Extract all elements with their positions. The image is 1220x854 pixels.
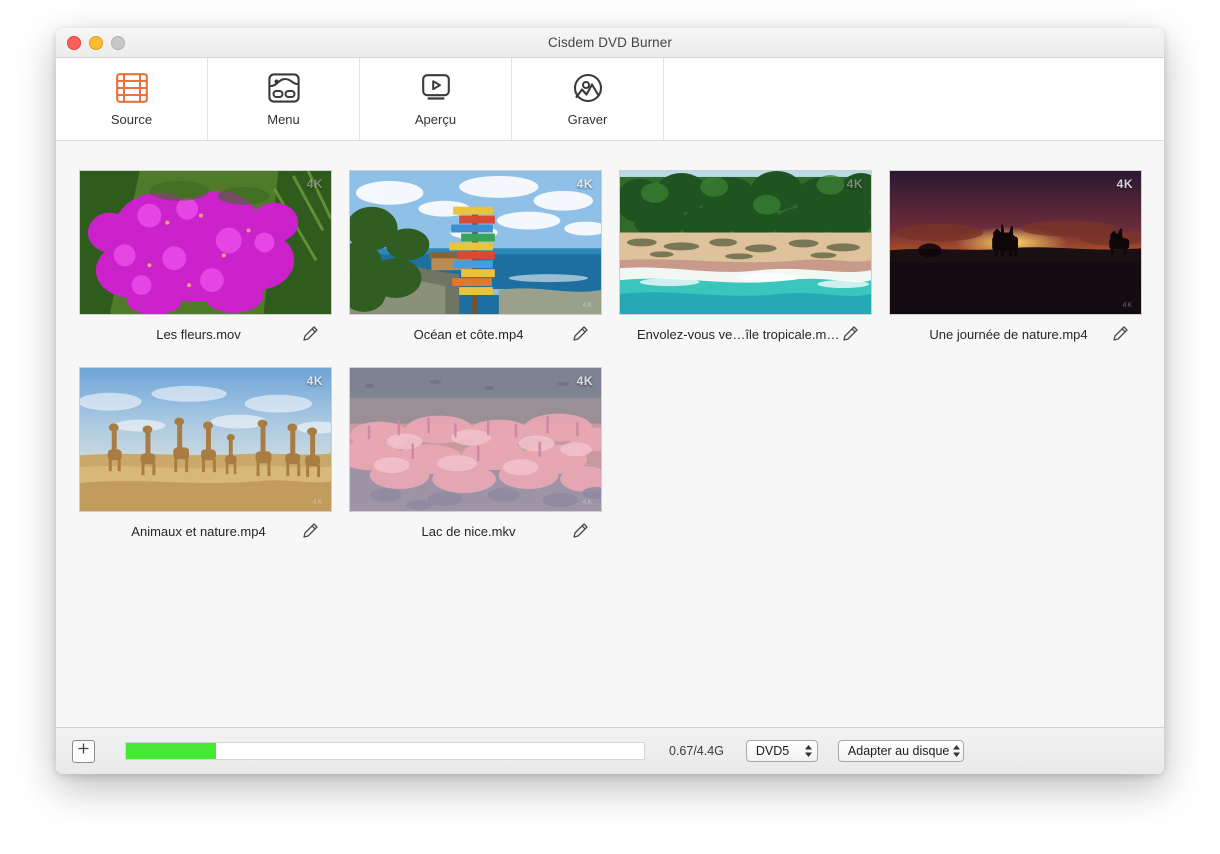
video-card[interactable]: 4K 4K Animaux et nature.mp4 <box>79 367 349 550</box>
add-file-button[interactable] <box>72 740 95 763</box>
badge-4k: 4K <box>577 177 593 191</box>
badge-4k: 4K <box>1117 177 1133 191</box>
window-title: Cisdem DVD Burner <box>56 35 1164 50</box>
badge-4k: 4K <box>847 177 863 191</box>
toolbar-item-source[interactable]: Source <box>56 58 208 140</box>
video-caption: Les fleurs.mov <box>79 315 332 353</box>
video-thumbnail[interactable]: 4K 4K <box>79 367 332 512</box>
pencil-icon[interactable] <box>570 521 590 541</box>
maximize-window-button[interactable] <box>111 36 125 50</box>
chevron-updown-icon <box>952 743 961 759</box>
pencil-icon[interactable] <box>1110 324 1130 344</box>
toolbar-item-source-label: Source <box>111 112 152 127</box>
toolbar-item-preview-label: Aperçu <box>415 112 456 127</box>
disc-type-select[interactable]: DVD5 <box>746 740 818 762</box>
video-thumbnail[interactable]: 4K 4K <box>349 367 602 512</box>
fit-mode-value: Adapter au disque <box>848 744 949 758</box>
toolbar-item-preview[interactable]: Aperçu <box>360 58 512 140</box>
desktop-background: Cisdem DVD Burner Source <box>0 0 1220 854</box>
burn-disc-icon <box>572 71 604 105</box>
status-bar: 0.67/4.4G DVD5 Adapter au disque <box>56 727 1164 774</box>
video-thumbnail[interactable]: 4K 4K <box>889 170 1142 315</box>
video-caption: Envolez-vous ve…île tropicale.mp4 <box>619 315 872 353</box>
traffic-light-group <box>67 28 125 57</box>
toolbar-empty-space <box>664 58 1164 140</box>
video-card[interactable]: 4K 4K Océan et côte.mp4 <box>349 170 619 353</box>
disc-usage-progress <box>125 742 645 760</box>
video-card[interactable]: 4K Envolez-vous ve…île tropicale.mp4 <box>619 170 889 353</box>
plus-icon <box>77 742 90 760</box>
menu-template-icon <box>268 71 300 105</box>
video-caption: Lac de nice.mkv <box>349 512 602 550</box>
app-window: Cisdem DVD Burner Source <box>56 28 1164 774</box>
video-card[interactable]: 4K 4K Lac de nice.mkv <box>349 367 619 550</box>
pencil-icon[interactable] <box>570 324 590 344</box>
watermark-label: 4K <box>582 302 593 309</box>
video-caption: Animaux et nature.mp4 <box>79 512 332 550</box>
video-thumbnail[interactable]: 4K <box>79 170 332 315</box>
video-title: Lac de nice.mkv <box>349 524 570 539</box>
toolbar-item-menu[interactable]: Menu <box>208 58 360 140</box>
video-thumbnail[interactable]: 4K <box>619 170 872 315</box>
watermark-label: 4K <box>312 499 323 506</box>
minimize-window-button[interactable] <box>89 36 103 50</box>
video-title: Envolez-vous ve…île tropicale.mp4 <box>619 327 840 342</box>
badge-4k: 4K <box>307 177 323 191</box>
video-title: Les fleurs.mov <box>79 327 300 342</box>
video-grid: 4K Les fleurs.mov <box>56 170 1164 564</box>
video-title: Une journée de nature.mp4 <box>889 327 1110 342</box>
badge-4k: 4K <box>307 374 323 388</box>
disc-usage-progress-fill <box>126 743 216 759</box>
video-caption: Une journée de nature.mp4 <box>889 315 1142 353</box>
preview-play-icon <box>420 71 452 105</box>
pencil-icon[interactable] <box>300 521 320 541</box>
fit-mode-select[interactable]: Adapter au disque <box>838 740 964 762</box>
main-toolbar: Source Menu <box>56 58 1164 141</box>
window-titlebar[interactable]: Cisdem DVD Burner <box>56 28 1164 58</box>
chevron-updown-icon <box>804 743 813 759</box>
pencil-icon[interactable] <box>300 324 320 344</box>
video-caption: Océan et côte.mp4 <box>349 315 602 353</box>
disc-capacity-label: 0.67/4.4G <box>669 744 724 758</box>
watermark-label: 4K <box>1122 302 1133 309</box>
video-title: Animaux et nature.mp4 <box>79 524 300 539</box>
toolbar-item-burn[interactable]: Graver <box>512 58 664 140</box>
disc-type-value: DVD5 <box>756 744 789 758</box>
toolbar-item-burn-label: Graver <box>568 112 608 127</box>
video-card[interactable]: 4K 4K Une journée de nature.mp4 <box>889 170 1159 353</box>
badge-4k: 4K <box>577 374 593 388</box>
film-strip-icon <box>116 71 148 105</box>
close-window-button[interactable] <box>67 36 81 50</box>
watermark-label: 4K <box>582 499 593 506</box>
source-file-area: 4K Les fleurs.mov <box>56 141 1164 727</box>
video-thumbnail[interactable]: 4K 4K <box>349 170 602 315</box>
video-title: Océan et côte.mp4 <box>349 327 570 342</box>
video-card[interactable]: 4K Les fleurs.mov <box>79 170 349 353</box>
toolbar-item-menu-label: Menu <box>267 112 300 127</box>
pencil-icon[interactable] <box>840 324 860 344</box>
